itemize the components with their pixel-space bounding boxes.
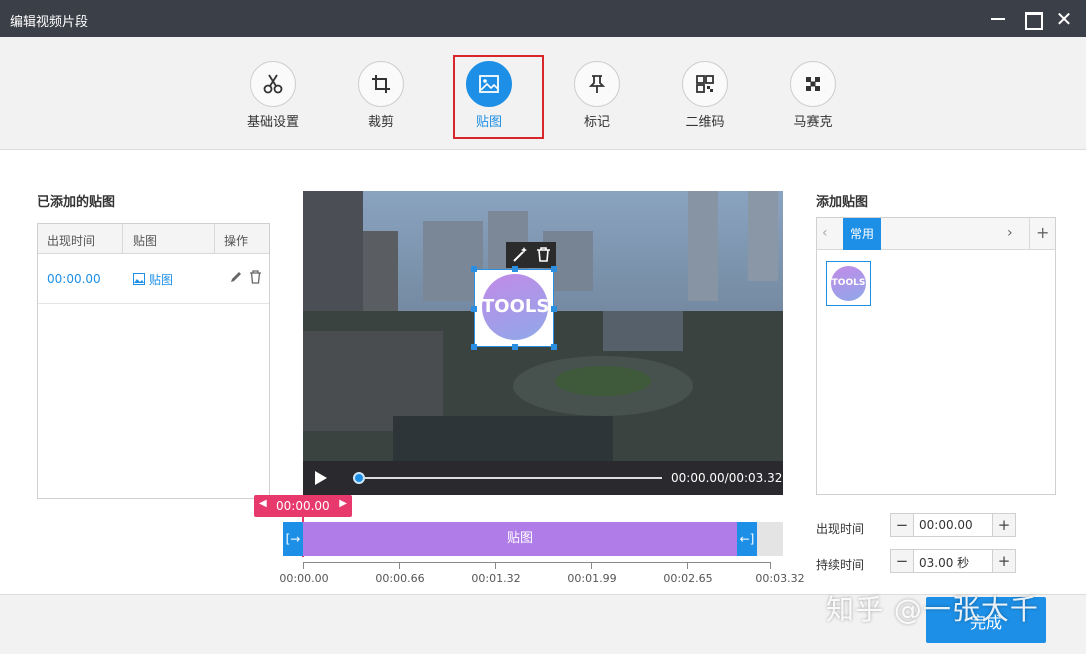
resize-handle[interactable]	[471, 306, 477, 312]
add-icon[interactable]: +	[1036, 223, 1049, 242]
duration-label: 持续时间	[816, 558, 865, 572]
image-icon	[133, 273, 145, 285]
tool-label: 二维码	[685, 115, 725, 130]
clip-start-handle[interactable]: [→	[283, 522, 303, 556]
watermark: 知乎 @一张大千	[826, 593, 1039, 626]
column-header: 操作	[224, 234, 249, 248]
resize-handle[interactable]	[512, 344, 518, 350]
magic-wand-icon[interactable]	[511, 246, 529, 267]
sticker-tabbar: ‹ 常用 › +	[817, 218, 1055, 250]
maximize-button[interactable]	[1022, 9, 1043, 30]
table-header: 出现时间 贴图 操作	[38, 224, 269, 254]
column-header: 贴图	[133, 234, 158, 248]
row-time: 00:00.00	[47, 272, 101, 286]
added-stickers-table: 出现时间 贴图 操作 00:00.00 贴图	[37, 223, 270, 499]
decrement-button[interactable]: −	[891, 514, 914, 536]
tool-label: 裁剪	[367, 115, 394, 130]
resize-handle[interactable]	[551, 306, 557, 312]
edit-icon[interactable]	[229, 270, 243, 287]
tool-toolbar: 基础设置 裁剪 贴图 标记 二维码 马赛克	[0, 37, 1086, 150]
appear-time-value[interactable]: 00:00.00	[919, 518, 973, 532]
thumbnail-logo: TOOLS	[831, 266, 866, 301]
minimize-button[interactable]	[988, 9, 1008, 29]
resize-handle[interactable]	[512, 266, 518, 272]
time-marker[interactable]: ◀ 00:00.00 ▶	[254, 495, 352, 517]
increment-button[interactable]: +	[992, 514, 1015, 536]
resize-handle[interactable]	[551, 266, 557, 272]
duration-stepper[interactable]: − 03.00 秒 +	[890, 549, 1016, 573]
clip-end-handle[interactable]: ←]	[737, 522, 757, 556]
row-sticker: 贴图	[133, 271, 173, 288]
appear-time-stepper[interactable]: − 00:00.00 +	[890, 513, 1016, 537]
decrement-button[interactable]: −	[891, 550, 914, 572]
sticker-clip[interactable]: 贴图	[303, 522, 737, 556]
progress-track[interactable]	[355, 477, 662, 479]
sticker-overlay[interactable]: TOOLS	[471, 266, 557, 350]
resize-handle[interactable]	[471, 344, 477, 350]
tick-label: 00:00.00	[279, 572, 329, 585]
row-sticker-label: 贴图	[149, 273, 174, 287]
tick-label: 00:01.32	[471, 572, 521, 585]
tick-label: 00:02.65	[663, 572, 713, 585]
add-sticker-title: 添加贴图	[816, 195, 869, 210]
tick-label: 00:00.66	[375, 572, 425, 585]
sticker-thumbnail[interactable]: TOOLS	[826, 261, 871, 306]
tick-label: 00:01.99	[567, 572, 617, 585]
crop-icon	[358, 61, 404, 107]
timeline-track: [→ 贴图 ←]	[283, 522, 783, 556]
scissors-icon	[250, 61, 296, 107]
chevron-right-icon[interactable]: ›	[1007, 225, 1013, 241]
close-button[interactable]: ✕	[1054, 9, 1074, 29]
qrcode-icon	[682, 61, 728, 107]
timeline-ruler	[303, 562, 771, 572]
increment-button[interactable]: +	[992, 550, 1015, 572]
play-icon[interactable]	[314, 470, 328, 486]
added-stickers-title: 已添加的贴图	[37, 195, 116, 210]
tool-qrcode[interactable]: 二维码	[660, 57, 750, 130]
duration-value[interactable]: 03.00 秒	[919, 554, 969, 571]
tab-common[interactable]: 常用	[843, 218, 881, 250]
tool-label: 基础设置	[246, 115, 299, 130]
pin-icon	[574, 61, 620, 107]
time-marker-value: 00:00.00	[276, 499, 330, 513]
player-controls: 00:00.00/00:03.32	[303, 461, 783, 495]
time-display: 00:00.00/00:03.32	[671, 471, 783, 485]
mosaic-icon	[790, 61, 836, 107]
add-sticker-panel: ‹ 常用 › + TOOLS	[816, 217, 1056, 495]
window-title: 编辑视频片段	[10, 15, 89, 30]
tool-mark[interactable]: 标记	[552, 57, 642, 130]
sticker-toolbar	[506, 242, 556, 268]
trash-icon[interactable]	[536, 246, 551, 266]
chevron-left-icon[interactable]: ‹	[822, 225, 828, 241]
tick-label: 00:03.32	[755, 572, 805, 585]
title-bar: 编辑视频片段 ✕	[0, 0, 1086, 37]
resize-handle[interactable]	[551, 344, 557, 350]
appear-time-label: 出现时间	[816, 522, 865, 536]
active-tool-highlight	[453, 55, 544, 139]
column-header: 出现时间	[47, 234, 96, 248]
progress-handle[interactable]	[353, 472, 365, 484]
table-row[interactable]: 00:00.00 贴图	[38, 254, 269, 304]
sticker-logo: TOOLS	[482, 274, 549, 340]
tool-label: 马赛克	[793, 115, 833, 130]
resize-handle[interactable]	[471, 266, 477, 272]
tool-label: 标记	[583, 115, 610, 130]
tool-crop[interactable]: 裁剪	[336, 57, 426, 130]
delete-icon[interactable]	[249, 270, 262, 287]
tool-basic-settings[interactable]: 基础设置	[228, 57, 318, 130]
tool-mosaic[interactable]: 马赛克	[768, 57, 858, 130]
